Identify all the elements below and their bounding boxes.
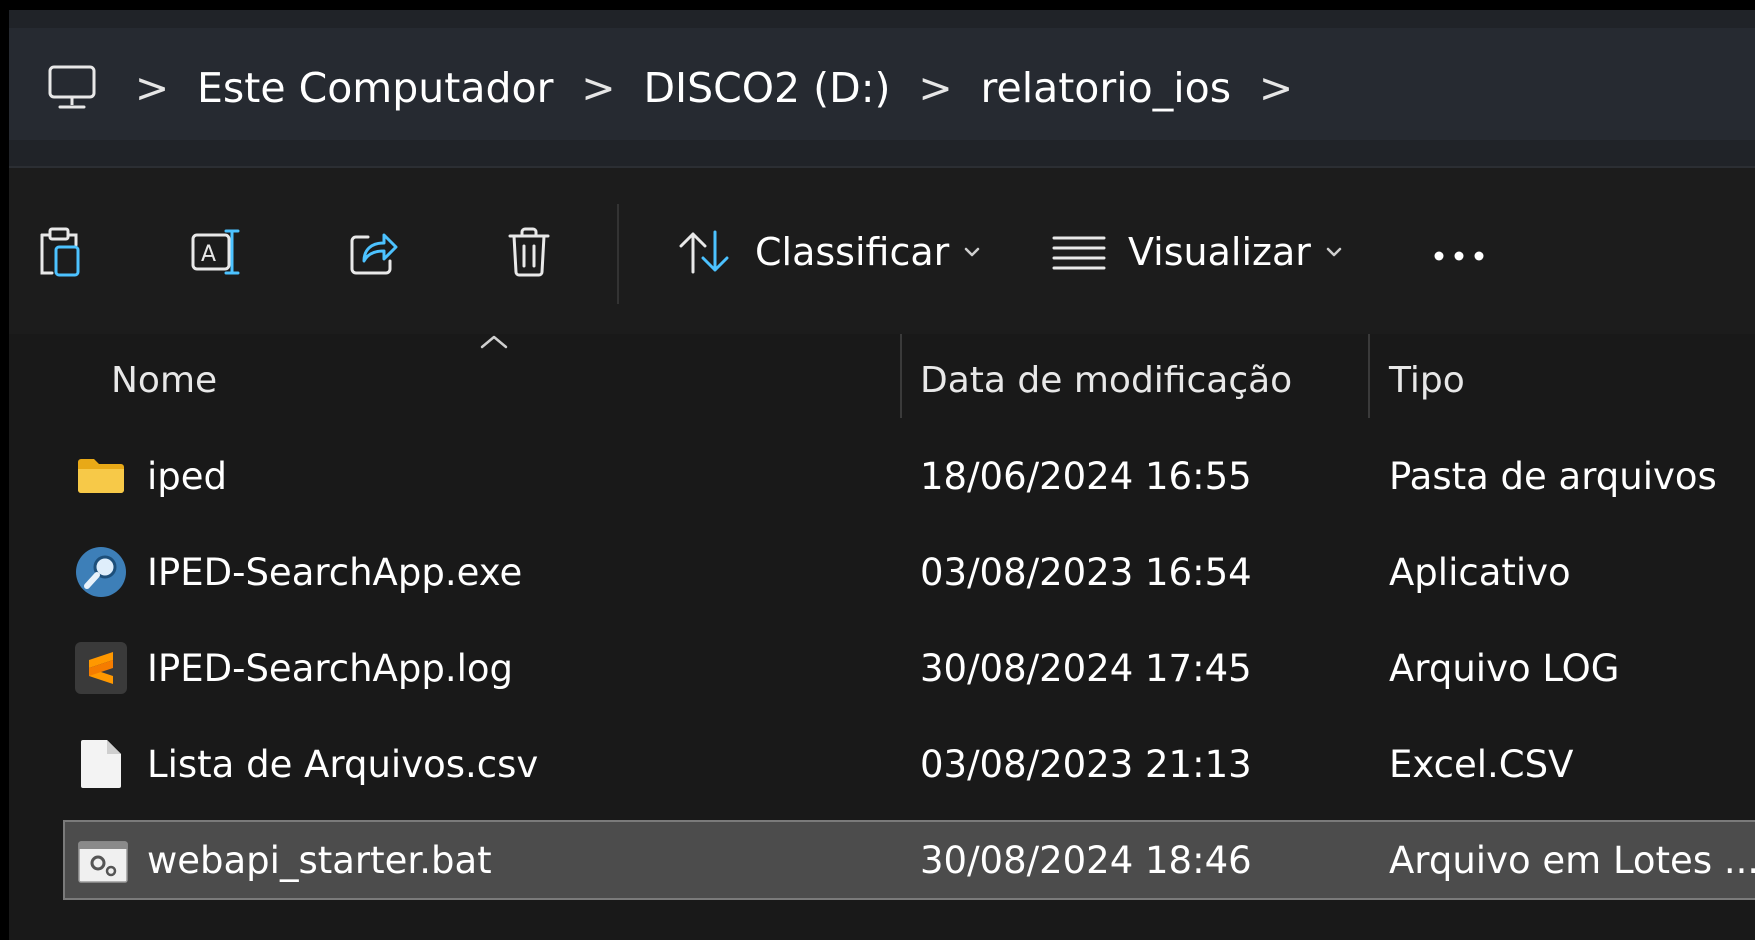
blank-file-icon [75, 738, 127, 790]
sort-ascending-icon [479, 334, 509, 354]
file-row[interactable]: Lista de Arquivos.csv 03/08/2023 21:13 E… [63, 724, 1755, 804]
rename-icon[interactable]: A [187, 222, 247, 282]
sort-label: Classificar [755, 230, 950, 274]
file-date: 18/06/2024 16:55 [920, 454, 1252, 498]
address-bar: > Este Computador > DISCO2 (D:) > relato… [9, 10, 1755, 168]
file-row-selected[interactable]: webapi_starter.bat 30/08/2024 18:46 Arqu… [63, 820, 1755, 900]
search-app-icon [75, 546, 127, 598]
more-options-icon[interactable] [1429, 226, 1489, 286]
view-button[interactable]: Visualizar [1052, 216, 1343, 288]
breadcrumb-separator[interactable]: > [891, 64, 981, 112]
column-divider[interactable] [900, 334, 902, 418]
breadcrumb-separator[interactable]: > [553, 64, 643, 112]
view-label: Visualizar [1128, 230, 1311, 274]
share-icon[interactable] [343, 222, 403, 282]
file-date: 03/08/2023 21:13 [920, 742, 1252, 786]
file-type: Arquivo em Lotes ... [1389, 838, 1755, 882]
sort-arrows-icon [677, 228, 733, 276]
column-divider[interactable] [1368, 334, 1370, 418]
breadcrumb[interactable]: > Este Computador > DISCO2 (D:) > relato… [9, 28, 1755, 140]
breadcrumb-item-relatorio-ios[interactable]: relatorio_ios [981, 64, 1232, 112]
folder-icon [75, 450, 127, 502]
file-row[interactable]: IPED-SearchApp.exe 03/08/2023 16:54 Apli… [63, 532, 1755, 612]
file-type: Aplicativo [1389, 550, 1571, 594]
file-type: Pasta de arquivos [1389, 454, 1717, 498]
file-name: Lista de Arquivos.csv [147, 742, 539, 786]
file-date: 30/08/2024 17:45 [920, 646, 1252, 690]
breadcrumb-item-disco2[interactable]: DISCO2 (D:) [643, 64, 890, 112]
command-bar: A Classificar Visualizar [9, 168, 1755, 335]
breadcrumb-separator[interactable]: > [107, 64, 197, 112]
file-date: 30/08/2024 18:46 [920, 838, 1252, 882]
sublime-text-icon [75, 642, 127, 694]
list-view-icon [1052, 232, 1106, 272]
paste-icon[interactable] [29, 222, 89, 282]
file-type: Excel.CSV [1389, 742, 1574, 786]
sort-button[interactable]: Classificar [677, 216, 981, 288]
breadcrumb-separator[interactable]: > [1231, 64, 1321, 112]
file-explorer-window: > Este Computador > DISCO2 (D:) > relato… [9, 10, 1755, 940]
file-name: IPED-SearchApp.log [147, 646, 514, 690]
file-list: Nome Data de modificação Tipo iped 18/06… [9, 334, 1755, 940]
computer-icon[interactable] [37, 65, 107, 111]
file-row[interactable]: iped 18/06/2024 16:55 Pasta de arquivos [63, 436, 1755, 516]
batch-file-icon [77, 836, 129, 888]
chevron-down-icon [963, 246, 981, 258]
column-header-type[interactable]: Tipo [1389, 334, 1465, 426]
file-name: iped [147, 454, 228, 498]
breadcrumb-item-este-computador[interactable]: Este Computador [197, 64, 553, 112]
file-date: 03/08/2023 16:54 [920, 550, 1252, 594]
column-header-name[interactable]: Nome [111, 334, 217, 426]
svg-text:A: A [201, 242, 216, 267]
chevron-down-icon [1325, 246, 1343, 258]
file-name: IPED-SearchApp.exe [147, 550, 523, 594]
file-type: Arquivo LOG [1389, 646, 1620, 690]
column-header-date[interactable]: Data de modificação [920, 334, 1292, 426]
file-name: webapi_starter.bat [147, 838, 492, 882]
toolbar-divider [617, 204, 619, 304]
delete-icon[interactable] [499, 222, 559, 282]
file-row[interactable]: IPED-SearchApp.log 30/08/2024 17:45 Arqu… [63, 628, 1755, 708]
